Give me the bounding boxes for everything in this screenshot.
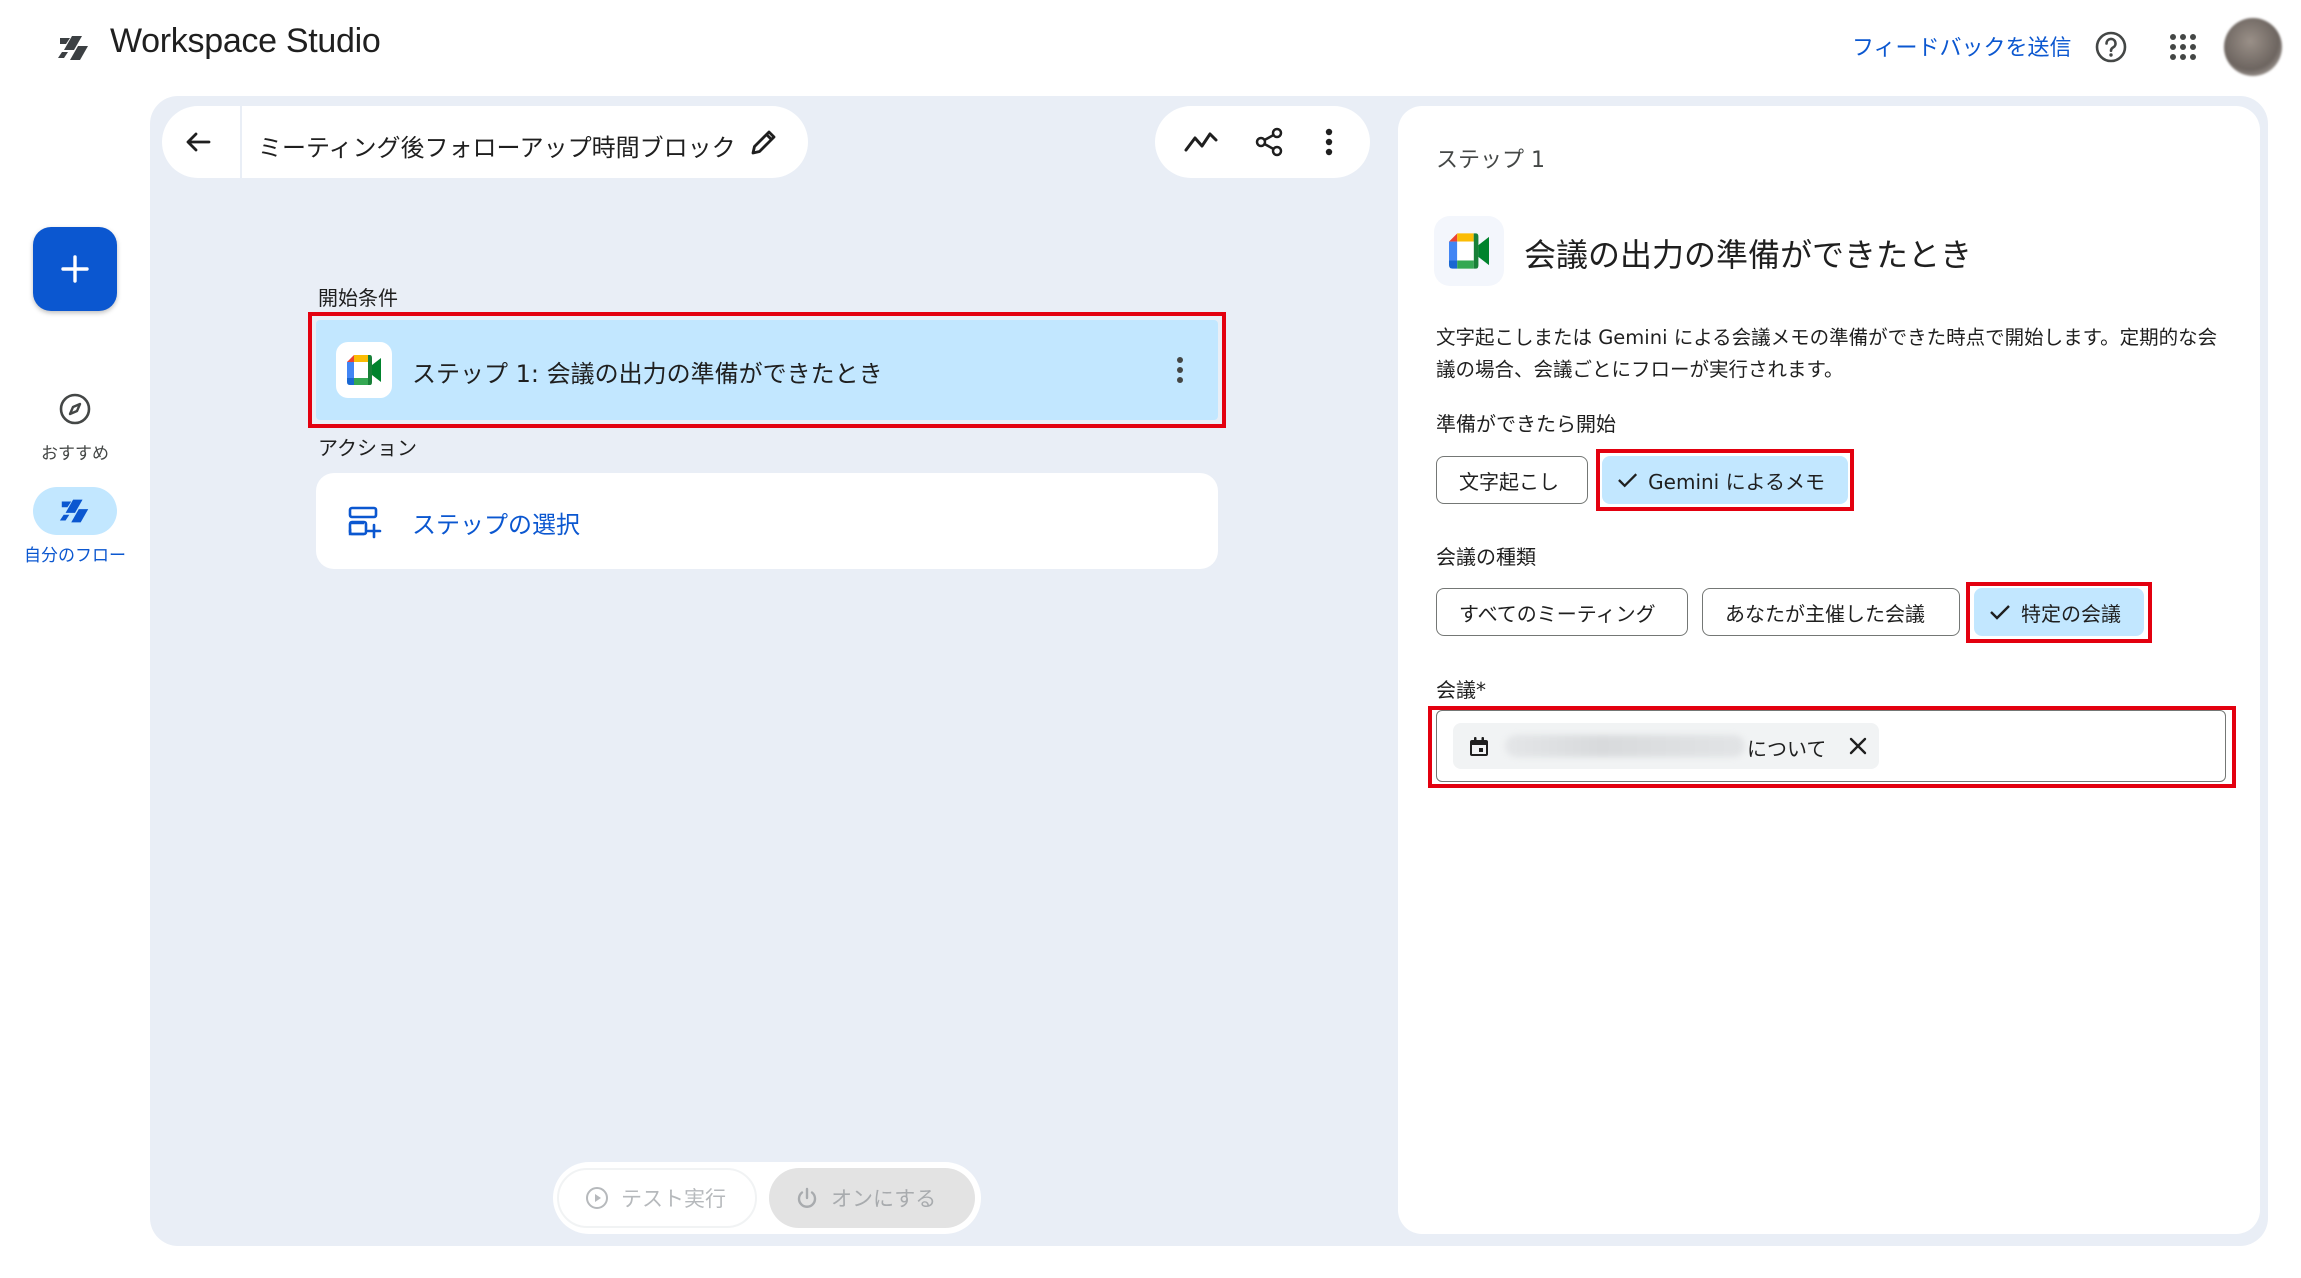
compass-icon bbox=[59, 393, 91, 425]
chip-all-meetings[interactable]: すべてのミーティング bbox=[1436, 588, 1688, 636]
meeting-type-label: 会議の種類 bbox=[1436, 545, 1536, 569]
more-vert-icon bbox=[1325, 128, 1333, 156]
annotation-highlight-trigger bbox=[308, 312, 1226, 428]
chip-label: あなたが主催した会議 bbox=[1725, 601, 1925, 626]
run-controls: テスト実行 オンにする bbox=[553, 1162, 981, 1234]
activity-icon bbox=[1184, 132, 1218, 152]
panel-description: 文字起こしまたは Gemini による会議メモの準備ができた時点で開始します。定… bbox=[1436, 326, 2218, 381]
back-button[interactable] bbox=[168, 112, 228, 172]
power-icon bbox=[797, 1187, 817, 1208]
more-options-button[interactable] bbox=[1305, 118, 1353, 166]
turn-on-button[interactable]: オンにする bbox=[769, 1168, 975, 1228]
action-section-label: アクション bbox=[318, 436, 417, 460]
annotation-highlight-specific bbox=[1966, 582, 2152, 643]
rail-item-label: 自分のフロー bbox=[24, 546, 126, 566]
step-settings-panel: ステップ 1 会議の出力の準備ができたとき 文字起こしまたは Gemini によ… bbox=[1398, 106, 2260, 1234]
pencil-icon[interactable] bbox=[746, 124, 782, 160]
chip-hosted-meetings[interactable]: あなたが主催した会議 bbox=[1702, 588, 1960, 636]
panel-title: 会議の出力の準備ができたとき bbox=[1524, 236, 1973, 274]
rail-item-recommended[interactable]: おすすめ bbox=[20, 385, 130, 466]
trigger-section-label: 開始条件 bbox=[318, 286, 398, 310]
app-title: Workspace Studio bbox=[110, 22, 381, 60]
google-meet-icon bbox=[1434, 216, 1504, 286]
help-circle-icon[interactable] bbox=[2094, 30, 2128, 64]
chip-label: 文字起こし bbox=[1459, 469, 1559, 494]
workspace-studio-logo-icon bbox=[59, 499, 89, 523]
rail-item-label: おすすめ bbox=[41, 444, 109, 464]
activity-button[interactable] bbox=[1177, 118, 1225, 166]
ready-start-label: 準備ができたら開始 bbox=[1436, 412, 1616, 436]
test-run-button[interactable]: テスト実行 bbox=[557, 1168, 757, 1228]
annotation-highlight-meeting bbox=[1428, 706, 2236, 788]
arrow-back-icon bbox=[186, 132, 211, 152]
test-run-label: テスト実行 bbox=[621, 1187, 726, 1211]
apps-grid-icon[interactable] bbox=[2168, 32, 2198, 62]
flow-title[interactable]: ミーティング後フォローアップ時間ブロック bbox=[258, 128, 736, 163]
select-step-label: ステップの選択 bbox=[412, 511, 580, 539]
create-flow-button[interactable] bbox=[33, 227, 117, 311]
flow-header: ミーティング後フォローアップ時間ブロック bbox=[162, 106, 808, 178]
rail-item-my-flows[interactable]: 自分のフロー bbox=[20, 487, 130, 568]
chip-label: すべてのミーティング bbox=[1459, 601, 1656, 626]
share-icon bbox=[1255, 127, 1283, 157]
share-button[interactable] bbox=[1245, 118, 1293, 166]
workspace-studio-logo-icon[interactable] bbox=[56, 30, 92, 66]
account-avatar[interactable] bbox=[2224, 18, 2282, 76]
chip-transcript[interactable]: 文字起こし bbox=[1436, 456, 1588, 504]
annotation-highlight-gemini bbox=[1596, 449, 1854, 511]
step-number-label: ステップ 1 bbox=[1436, 148, 1545, 173]
meeting-field-label: 会議* bbox=[1436, 678, 1486, 702]
add-step-icon bbox=[348, 506, 382, 539]
send-feedback-link[interactable]: フィードバックを送信 bbox=[1852, 30, 2072, 62]
plus-icon bbox=[61, 255, 89, 283]
turn-on-label: オンにする bbox=[831, 1187, 937, 1211]
select-step-button[interactable]: ステップの選択 bbox=[316, 473, 1218, 569]
flow-toolbar bbox=[1155, 106, 1370, 178]
top-bar: Workspace Studio フィードバックを送信 bbox=[0, 0, 2301, 92]
play-circle-icon bbox=[586, 1187, 608, 1209]
